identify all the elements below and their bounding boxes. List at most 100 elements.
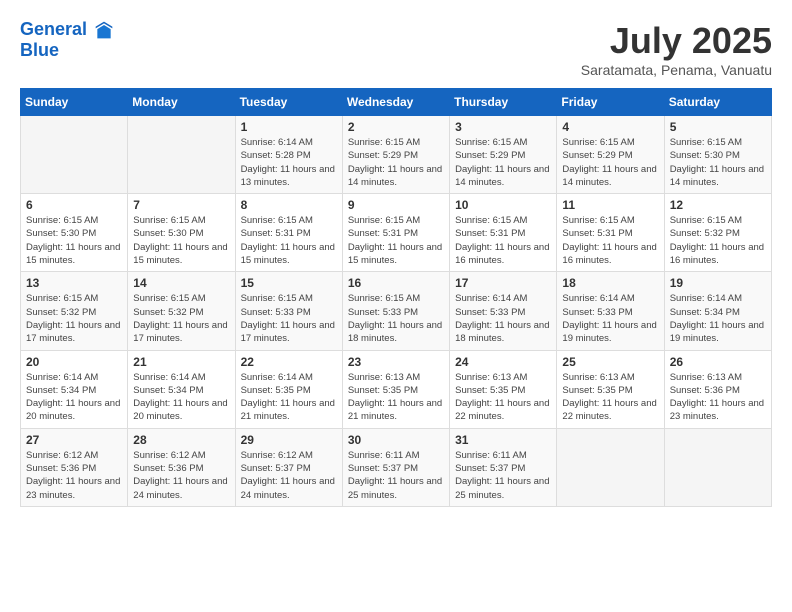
day-number: 6: [26, 198, 122, 212]
day-number: 31: [455, 433, 551, 447]
logo-blue: Blue: [20, 40, 114, 61]
day-cell: [21, 116, 128, 194]
day-cell: 19Sunrise: 6:14 AM Sunset: 5:34 PM Dayli…: [664, 272, 771, 350]
day-number: 18: [562, 276, 658, 290]
day-cell: 29 Sunrise: 6:12 AM Sunset: 5:37 PM Dayli…: [235, 428, 342, 506]
day-number: 25: [562, 355, 658, 369]
day-cell: 18 Sunrise: 6:14 AM Sunset: 5:33 PM Dayli…: [557, 272, 664, 350]
day-number: 20: [26, 355, 122, 369]
weekday-header-sunday: Sunday: [21, 89, 128, 116]
day-number: 7: [133, 198, 229, 212]
day-info: Sunrise: 6:15 AM Sunset: 5:32 PM Dayligh…: [26, 292, 122, 345]
day-cell: 23 Sunrise: 6:13 AM Sunset: 5:35 PM Dayli…: [342, 350, 449, 428]
day-cell: 4Sunrise: 6:15 AM Sunset: 5:29 PM Daylig…: [557, 116, 664, 194]
day-cell: 10 Sunrise: 6:15 AM Sunset: 5:31 PM Dayli…: [450, 194, 557, 272]
day-info: Sunrise: 6:15 AM Sunset: 5:32 PM Dayligh…: [670, 214, 766, 267]
day-number: 8: [241, 198, 337, 212]
day-cell: 25 Sunrise: 6:13 AM Sunset: 5:35 PM Dayli…: [557, 350, 664, 428]
day-cell: 13 Sunrise: 6:15 AM Sunset: 5:32 PM Dayli…: [21, 272, 128, 350]
day-number: 28: [133, 433, 229, 447]
day-cell: 16 Sunrise: 6:15 AM Sunset: 5:33 PM Dayli…: [342, 272, 449, 350]
day-number: 27: [26, 433, 122, 447]
week-row-1: 1 Sunrise: 6:14 AM Sunset: 5:28 PM Daylig…: [21, 116, 772, 194]
day-cell: 31 Sunrise: 6:11 AM Sunset: 5:37 PM Dayli…: [450, 428, 557, 506]
day-number: 1: [241, 120, 337, 134]
day-number: 17: [455, 276, 551, 290]
day-number: 5: [670, 120, 766, 134]
day-info: Sunrise: 6:14 AM Sunset: 5:33 PM Dayligh…: [455, 292, 551, 345]
day-info: Sunrise: 6:15 AM Sunset: 5:33 PM Dayligh…: [241, 292, 337, 345]
day-info: Sunrise: 6:12 AM Sunset: 5:36 PM Dayligh…: [133, 449, 229, 502]
day-number: 24: [455, 355, 551, 369]
day-cell: 24 Sunrise: 6:13 AM Sunset: 5:35 PM Dayli…: [450, 350, 557, 428]
day-cell: 8Sunrise: 6:15 AM Sunset: 5:31 PM Daylig…: [235, 194, 342, 272]
day-cell: 30Sunrise: 6:11 AM Sunset: 5:37 PM Dayli…: [342, 428, 449, 506]
location: Saratamata, Penama, Vanuatu: [581, 62, 772, 78]
day-info: Sunrise: 6:11 AM Sunset: 5:37 PM Dayligh…: [455, 449, 551, 502]
day-cell: 15 Sunrise: 6:15 AM Sunset: 5:33 PM Dayli…: [235, 272, 342, 350]
weekday-header-wednesday: Wednesday: [342, 89, 449, 116]
day-cell: [664, 428, 771, 506]
day-number: 13: [26, 276, 122, 290]
day-number: 11: [562, 198, 658, 212]
weekday-header-friday: Friday: [557, 89, 664, 116]
day-info: Sunrise: 6:14 AM Sunset: 5:28 PM Dayligh…: [241, 136, 337, 189]
day-number: 21: [133, 355, 229, 369]
day-number: 30: [348, 433, 444, 447]
day-info: Sunrise: 6:15 AM Sunset: 5:30 PM Dayligh…: [26, 214, 122, 267]
day-number: 4: [562, 120, 658, 134]
weekday-header-tuesday: Tuesday: [235, 89, 342, 116]
day-info: Sunrise: 6:14 AM Sunset: 5:33 PM Dayligh…: [562, 292, 658, 345]
day-info: Sunrise: 6:13 AM Sunset: 5:36 PM Dayligh…: [670, 371, 766, 424]
day-cell: 6 Sunrise: 6:15 AM Sunset: 5:30 PM Daylig…: [21, 194, 128, 272]
week-row-5: 27 Sunrise: 6:12 AM Sunset: 5:36 PM Dayli…: [21, 428, 772, 506]
day-info: Sunrise: 6:12 AM Sunset: 5:37 PM Dayligh…: [241, 449, 337, 502]
weekday-header-row: SundayMondayTuesdayWednesdayThursdayFrid…: [21, 89, 772, 116]
day-info: Sunrise: 6:13 AM Sunset: 5:35 PM Dayligh…: [562, 371, 658, 424]
day-number: 23: [348, 355, 444, 369]
week-row-4: 20 Sunrise: 6:14 AM Sunset: 5:34 PM Dayli…: [21, 350, 772, 428]
day-info: Sunrise: 6:14 AM Sunset: 5:34 PM Dayligh…: [133, 371, 229, 424]
day-cell: 17 Sunrise: 6:14 AM Sunset: 5:33 PM Dayli…: [450, 272, 557, 350]
day-cell: 7 Sunrise: 6:15 AM Sunset: 5:30 PM Daylig…: [128, 194, 235, 272]
day-number: 12: [670, 198, 766, 212]
day-info: Sunrise: 6:15 AM Sunset: 5:29 PM Dayligh…: [348, 136, 444, 189]
day-cell: 5Sunrise: 6:15 AM Sunset: 5:30 PM Daylig…: [664, 116, 771, 194]
week-row-3: 13 Sunrise: 6:15 AM Sunset: 5:32 PM Dayli…: [21, 272, 772, 350]
day-number: 3: [455, 120, 551, 134]
day-info: Sunrise: 6:15 AM Sunset: 5:32 PM Dayligh…: [133, 292, 229, 345]
weekday-header-monday: Monday: [128, 89, 235, 116]
weekday-header-thursday: Thursday: [450, 89, 557, 116]
day-cell: 28 Sunrise: 6:12 AM Sunset: 5:36 PM Dayli…: [128, 428, 235, 506]
day-number: 10: [455, 198, 551, 212]
day-info: Sunrise: 6:15 AM Sunset: 5:31 PM Dayligh…: [455, 214, 551, 267]
day-info: Sunrise: 6:15 AM Sunset: 5:33 PM Dayligh…: [348, 292, 444, 345]
day-cell: 27 Sunrise: 6:12 AM Sunset: 5:36 PM Dayli…: [21, 428, 128, 506]
month-title: July 2025: [581, 20, 772, 62]
day-cell: 11Sunrise: 6:15 AM Sunset: 5:31 PM Dayli…: [557, 194, 664, 272]
day-number: 9: [348, 198, 444, 212]
day-info: Sunrise: 6:12 AM Sunset: 5:36 PM Dayligh…: [26, 449, 122, 502]
day-cell: 21 Sunrise: 6:14 AM Sunset: 5:34 PM Dayli…: [128, 350, 235, 428]
title-area: July 2025 Saratamata, Penama, Vanuatu: [581, 20, 772, 78]
day-number: 19: [670, 276, 766, 290]
week-row-2: 6 Sunrise: 6:15 AM Sunset: 5:30 PM Daylig…: [21, 194, 772, 272]
day-info: Sunrise: 6:13 AM Sunset: 5:35 PM Dayligh…: [455, 371, 551, 424]
day-info: Sunrise: 6:14 AM Sunset: 5:35 PM Dayligh…: [241, 371, 337, 424]
day-number: 29: [241, 433, 337, 447]
page-header: General Blue July 2025 Saratamata, Penam…: [20, 20, 772, 78]
day-info: Sunrise: 6:15 AM Sunset: 5:30 PM Dayligh…: [133, 214, 229, 267]
weekday-header-saturday: Saturday: [664, 89, 771, 116]
logo-icon: [94, 20, 114, 40]
calendar-table: SundayMondayTuesdayWednesdayThursdayFrid…: [20, 88, 772, 507]
day-cell: [128, 116, 235, 194]
day-cell: 9Sunrise: 6:15 AM Sunset: 5:31 PM Daylig…: [342, 194, 449, 272]
day-number: 16: [348, 276, 444, 290]
day-cell: 1 Sunrise: 6:14 AM Sunset: 5:28 PM Daylig…: [235, 116, 342, 194]
day-number: 15: [241, 276, 337, 290]
day-number: 26: [670, 355, 766, 369]
day-info: Sunrise: 6:13 AM Sunset: 5:35 PM Dayligh…: [348, 371, 444, 424]
day-number: 2: [348, 120, 444, 134]
logo: General Blue: [20, 20, 114, 61]
day-cell: 14Sunrise: 6:15 AM Sunset: 5:32 PM Dayli…: [128, 272, 235, 350]
